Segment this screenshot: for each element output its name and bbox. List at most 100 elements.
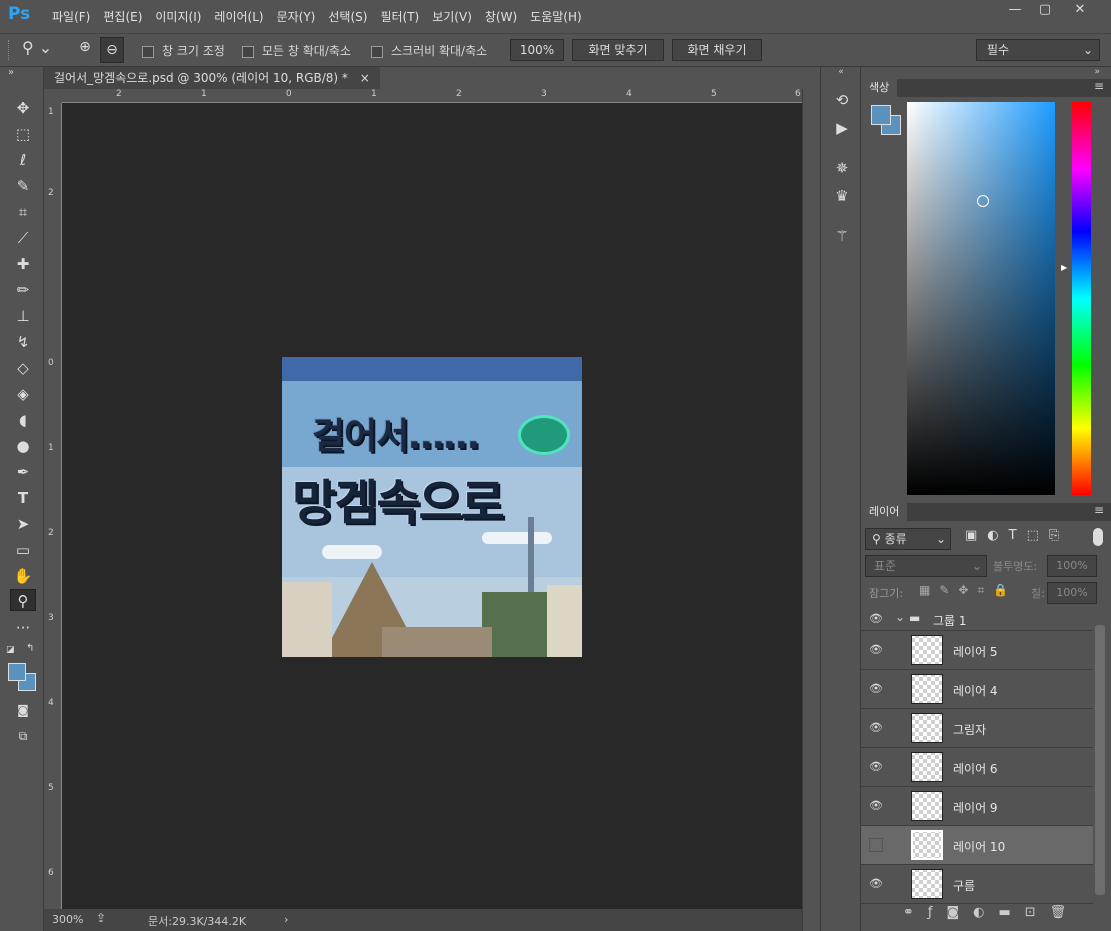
crop-tool-icon[interactable]: ⌗ bbox=[10, 201, 36, 223]
zoom-tool-preset-icon[interactable]: ⚲ ⌄ bbox=[22, 38, 62, 62]
zoom-in-icon[interactable]: ⊕ bbox=[74, 39, 96, 61]
maximize-icon[interactable]: ▢ bbox=[1030, 0, 1060, 20]
panel-menu-icon[interactable]: ≡ bbox=[1094, 503, 1104, 517]
fx-icon[interactable]: ƒ bbox=[928, 905, 947, 920]
layer-filter-icons[interactable]: ▣◐T⬚⎘ bbox=[965, 528, 1069, 543]
menu-view[interactable]: 보기(V) bbox=[432, 8, 472, 25]
actions-panel-icon[interactable]: ▶ bbox=[831, 119, 853, 141]
resize-windows-checkbox[interactable]: 창 크기 조정 bbox=[142, 42, 225, 59]
foreground-color-swatch[interactable] bbox=[8, 663, 26, 681]
document-tab[interactable]: 걸어서_망겜속으로.psd @ 300% (레이어 10, RGB/8) * × bbox=[44, 67, 380, 89]
blur-tool-icon[interactable]: ◖ bbox=[10, 409, 36, 431]
link-icon[interactable]: ⚭ bbox=[903, 905, 928, 920]
history-panel-icon[interactable]: ⟲ bbox=[831, 91, 853, 113]
zoom-out-icon[interactable]: ⊖ bbox=[100, 37, 124, 63]
workspace-select[interactable]: 필수 ⌄ bbox=[976, 39, 1100, 61]
menu-help[interactable]: 도움말(H) bbox=[530, 8, 582, 25]
swap-colors-icon[interactable]: ↰ bbox=[26, 643, 34, 654]
minimize-icon[interactable]: — bbox=[1000, 0, 1030, 20]
menu-file[interactable]: 파일(F) bbox=[52, 8, 90, 25]
share-icon[interactable]: ⇪ bbox=[96, 911, 106, 925]
canvas-vertical-scrollbar[interactable] bbox=[802, 89, 818, 931]
fit-screen-button[interactable]: 화면 맞추기 bbox=[572, 39, 664, 61]
menu-layer[interactable]: 레이어(L) bbox=[214, 8, 263, 25]
eye-icon[interactable]: 👁 bbox=[869, 682, 885, 696]
rectangle-tool-icon[interactable]: ▭ bbox=[10, 539, 36, 561]
more-tools-icon[interactable]: ··· bbox=[10, 617, 36, 639]
menu-filter[interactable]: 필터(T) bbox=[380, 8, 419, 25]
color-field[interactable] bbox=[907, 102, 1055, 495]
layer-row[interactable]: 👁 레이어 4 bbox=[861, 670, 1093, 709]
menu-edit[interactable]: 편집(E) bbox=[103, 8, 142, 25]
menu-select[interactable]: 선택(S) bbox=[328, 8, 367, 25]
scrubby-zoom-checkbox[interactable]: 스크러비 확대/축소 bbox=[371, 42, 487, 59]
eye-icon[interactable]: 👁 bbox=[869, 760, 885, 774]
collapse-dock-icon[interactable]: « bbox=[823, 67, 859, 79]
zoom-level[interactable]: 300% bbox=[52, 913, 83, 926]
clone-source-icon[interactable]: ⚚ bbox=[831, 227, 853, 249]
menu-image[interactable]: 이미지(I) bbox=[155, 8, 201, 25]
opacity-input[interactable]: 100% bbox=[1047, 555, 1097, 577]
collapse-icon[interactable]: » bbox=[8, 67, 14, 78]
canvas-area[interactable]: 걸어서…… 망겜속으로 bbox=[62, 103, 802, 909]
new-layer-icon[interactable]: ⊡ bbox=[1025, 905, 1050, 920]
hue-slider[interactable] bbox=[1072, 102, 1091, 495]
hand-tool-icon[interactable]: ✋ bbox=[10, 565, 36, 587]
eye-icon[interactable]: 👁 bbox=[869, 721, 885, 735]
panel-menu-icon[interactable]: ≡ bbox=[1094, 79, 1104, 93]
layer-row[interactable]: 👁 그림자 bbox=[861, 709, 1093, 748]
filter-toggle[interactable] bbox=[1093, 528, 1103, 546]
eyedropper-tool-icon[interactable]: ⟋ bbox=[10, 227, 36, 249]
lock-icons[interactable]: ▦✎✥⌗🔒 bbox=[919, 583, 1017, 598]
trash-icon[interactable]: 🗑 bbox=[1050, 905, 1081, 920]
new-group-icon[interactable]: ▬ bbox=[998, 905, 1024, 920]
layer-filter-select[interactable]: ⚲ 종류 ⌄ bbox=[865, 528, 951, 550]
type-tool-icon[interactable]: T bbox=[10, 487, 36, 509]
quick-mask-icon[interactable]: ◙ bbox=[10, 699, 36, 721]
chevron-down-icon[interactable]: ⌄ bbox=[895, 610, 905, 624]
screen-mode-icon[interactable]: ⧉ bbox=[10, 725, 36, 747]
blend-mode-select[interactable]: 표준 ⌄ bbox=[865, 555, 987, 577]
status-menu-arrow-icon[interactable]: › bbox=[284, 913, 288, 926]
quick-select-tool-icon[interactable]: ✎ bbox=[10, 175, 36, 197]
adjustment-icon[interactable]: ◐ bbox=[973, 905, 998, 920]
default-colors-icon[interactable]: ◪ bbox=[6, 645, 15, 655]
lasso-tool-icon[interactable]: ℓ bbox=[10, 149, 36, 171]
marquee-tool-icon[interactable]: ⬚ bbox=[10, 123, 36, 145]
layer-row[interactable]: 👁 레이어 6 bbox=[861, 748, 1093, 787]
zoom-tool-icon[interactable]: ⚲ bbox=[10, 589, 36, 611]
tab-layers[interactable]: 레이어 bbox=[861, 503, 908, 521]
zoom-all-checkbox[interactable]: 모든 창 확대/축소 bbox=[242, 42, 351, 59]
collapse-panels-icon[interactable]: » bbox=[861, 67, 1111, 79]
menu-window[interactable]: 창(W) bbox=[485, 8, 517, 25]
eraser-tool-icon[interactable]: ◇ bbox=[10, 357, 36, 379]
mask-icon[interactable]: ◙ bbox=[946, 905, 973, 920]
history-brush-tool-icon[interactable]: ↯ bbox=[10, 331, 36, 353]
layer-row[interactable]: 👁 레이어 5 bbox=[861, 631, 1093, 670]
close-tab-icon[interactable]: × bbox=[360, 71, 370, 85]
fill-screen-button[interactable]: 화면 채우기 bbox=[672, 39, 762, 61]
layers-scrollbar[interactable] bbox=[1095, 625, 1105, 895]
color-panel-foreground-swatch[interactable] bbox=[871, 105, 891, 125]
brushes-panel-icon[interactable]: ♛ bbox=[831, 187, 853, 209]
visibility-toggle-off[interactable] bbox=[869, 838, 883, 852]
tab-color[interactable]: 색상 bbox=[861, 79, 898, 97]
paint-bucket-tool-icon[interactable]: ◈ bbox=[10, 383, 36, 405]
eye-icon[interactable]: 👁 bbox=[869, 643, 885, 657]
document-artwork[interactable]: 걸어서…… 망겜속으로 bbox=[282, 357, 582, 657]
path-selection-tool-icon[interactable]: ➤ bbox=[10, 513, 36, 535]
fill-input[interactable]: 100% bbox=[1047, 582, 1097, 604]
menu-type[interactable]: 문자(Y) bbox=[277, 8, 316, 25]
pen-tool-icon[interactable]: ✒ bbox=[10, 461, 36, 483]
healing-brush-tool-icon[interactable]: ✚ bbox=[10, 253, 36, 275]
clone-stamp-tool-icon[interactable]: ⊥ bbox=[10, 305, 36, 327]
move-tool-icon[interactable]: ✥ bbox=[10, 97, 36, 119]
layer-row-group[interactable]: 👁 ⌄ ▬ 그룹 1 bbox=[861, 607, 1093, 631]
brush-tool-icon[interactable]: ✏ bbox=[10, 279, 36, 301]
close-icon[interactable]: ✕ bbox=[1065, 0, 1095, 20]
layer-row[interactable]: 👁 레이어 9 bbox=[861, 787, 1093, 826]
zoom-100-button[interactable]: 100% bbox=[510, 39, 564, 61]
hue-slider-handle-icon[interactable]: ▶ bbox=[1061, 263, 1067, 272]
eye-icon[interactable]: 👁 bbox=[869, 612, 885, 626]
color-picker-cursor[interactable] bbox=[977, 195, 989, 207]
